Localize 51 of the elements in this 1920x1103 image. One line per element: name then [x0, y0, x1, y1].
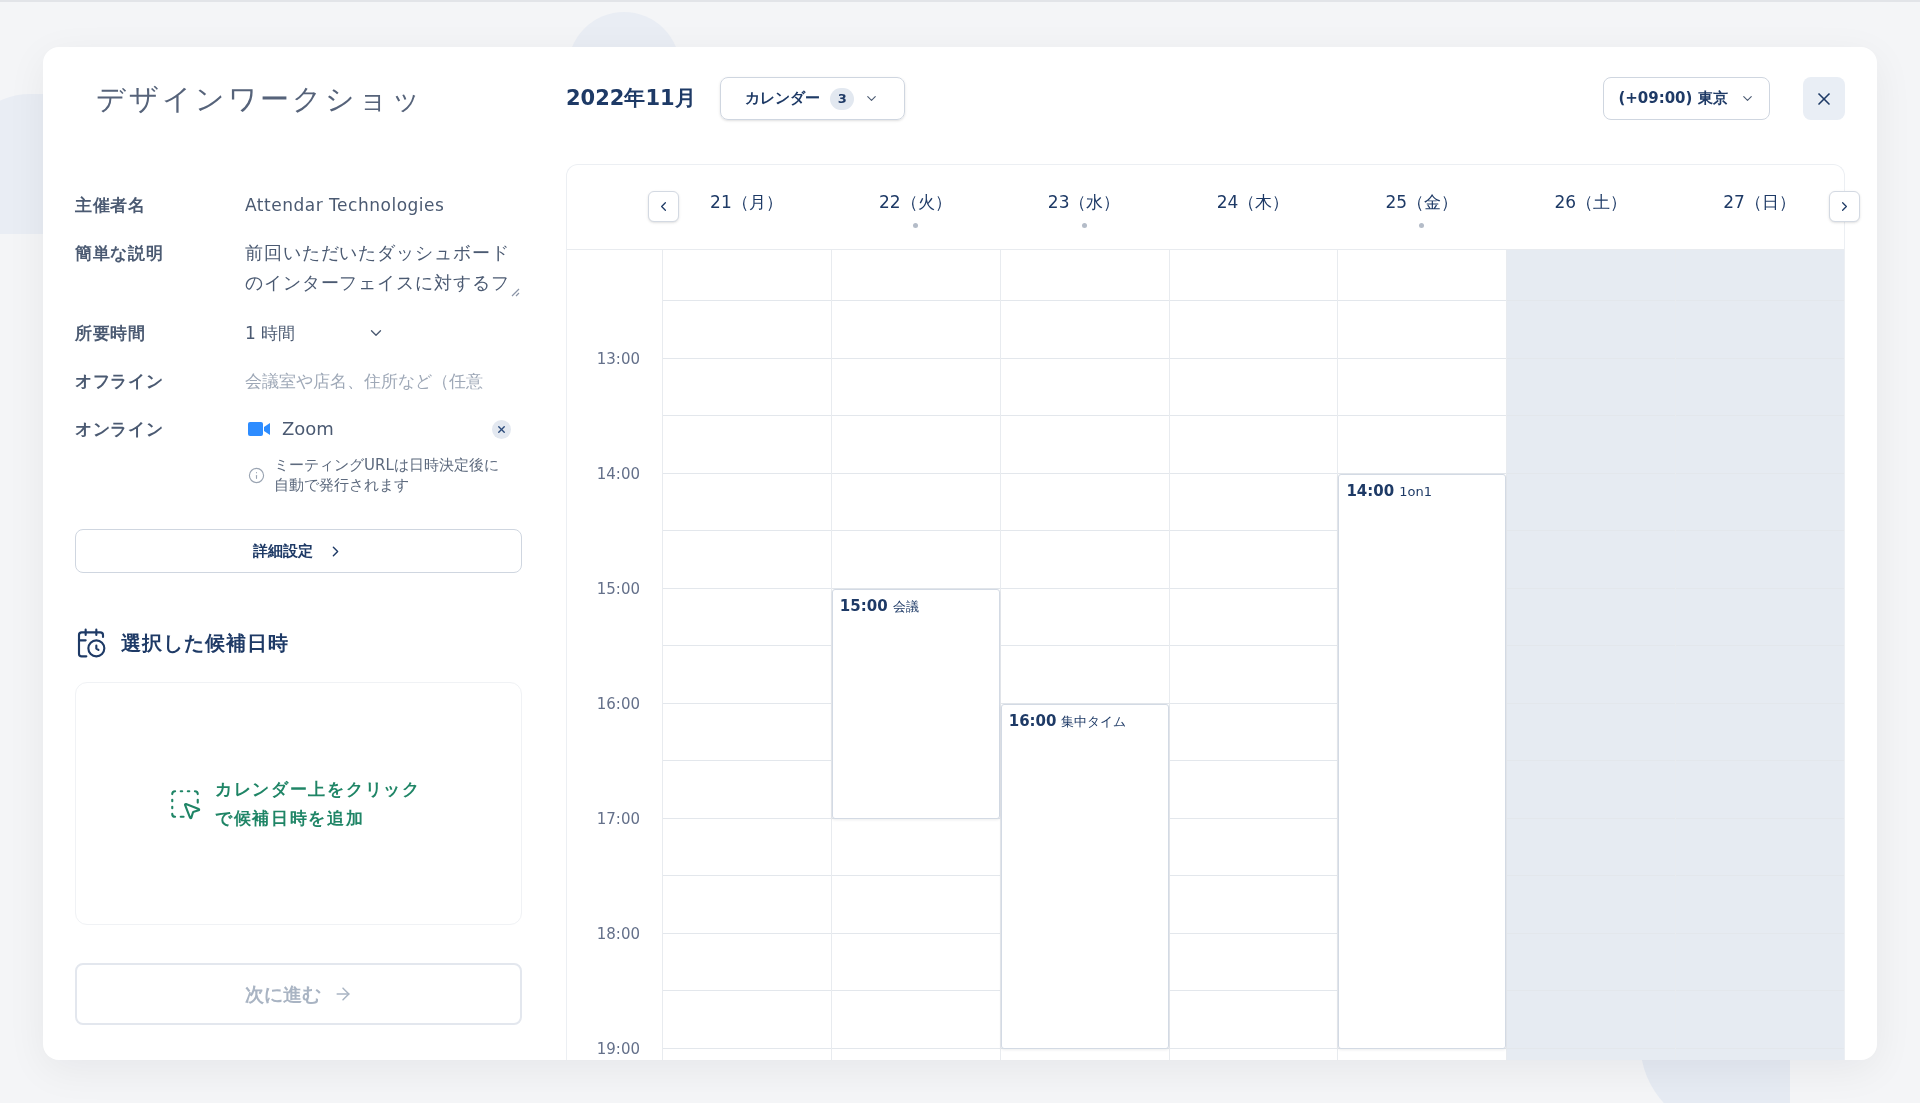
- calendar-event[interactable]: 14:00 1on1: [1338, 474, 1507, 1049]
- event-time: 15:00: [839, 596, 888, 616]
- day-label: 24（木）: [1216, 191, 1290, 214]
- field-label: オフライン: [75, 370, 165, 393]
- location-input[interactable]: 会議室や店名、住所など（任意: [245, 368, 522, 394]
- hour-label: 19:00: [596, 1038, 640, 1059]
- close-icon: [496, 423, 507, 435]
- day-label: 23（水）: [1047, 191, 1121, 214]
- event-title: デザインワークショッ: [96, 80, 424, 118]
- event-title: 会議: [892, 598, 919, 616]
- day-label: 21（月）: [710, 191, 783, 214]
- hour-label: 13:00: [596, 348, 640, 369]
- video-camera-icon: [248, 422, 270, 436]
- timezone-dropdown[interactable]: (+09:00) 東京: [1603, 77, 1770, 120]
- calendar-event[interactable]: 15:00 会議: [831, 589, 1000, 819]
- day-label: 25（金）: [1385, 191, 1459, 214]
- day-label: 26（土）: [1554, 191, 1628, 214]
- field-label: オンライン: [75, 418, 165, 441]
- calendar-dropdown[interactable]: カレンダー 3: [719, 77, 905, 120]
- section-title: 選択した候補日時: [121, 630, 289, 657]
- hour-label: 14:00: [596, 463, 640, 484]
- advanced-settings-button[interactable]: 詳細設定: [75, 529, 522, 573]
- month-title: 2022年11月: [566, 84, 696, 112]
- event-time: 16:00: [1008, 711, 1057, 731]
- hour-label: 15:00: [596, 578, 640, 599]
- description-field[interactable]: 前回いただいたダッシュボードのインターフェイスに対するフ: [245, 238, 521, 298]
- field-label: 所要時間: [75, 322, 147, 345]
- info-icon: [248, 466, 265, 484]
- event-time: 14:00: [1346, 481, 1395, 501]
- calendar-count: 3: [830, 87, 855, 110]
- field-label: 簡単な説明: [75, 242, 165, 265]
- duration-select[interactable]: 1 時間: [245, 320, 385, 346]
- organizer-name: Attendar Technologies: [245, 194, 445, 217]
- remove-button[interactable]: [492, 419, 511, 439]
- hour-label: 18:00: [596, 923, 640, 944]
- day-label: 27（日）: [1723, 191, 1796, 214]
- calendar-clock-icon: [75, 627, 107, 659]
- close-button[interactable]: [1803, 77, 1845, 120]
- hour-label: 17:00: [596, 808, 640, 829]
- resize-handle-icon[interactable]: [511, 288, 520, 297]
- meeting-url-note: ミーティングURLは日時決定後に自動で発行されます: [274, 455, 500, 495]
- previous-week-button[interactable]: [648, 191, 679, 222]
- calendar-event[interactable]: 16:00 集中タイム: [1000, 704, 1169, 1049]
- event-title: 集中タイム: [1061, 713, 1127, 731]
- service-name: Zoom: [282, 417, 334, 441]
- empty-message: カレンダー上をクリックで候補日時を追加: [215, 777, 422, 830]
- day-label: 22（火）: [878, 191, 952, 214]
- hour-label: 16:00: [596, 693, 640, 714]
- event-title: 1on1: [1399, 483, 1432, 501]
- next-week-button[interactable]: [1829, 191, 1860, 222]
- field-label: 主催者名: [75, 194, 147, 217]
